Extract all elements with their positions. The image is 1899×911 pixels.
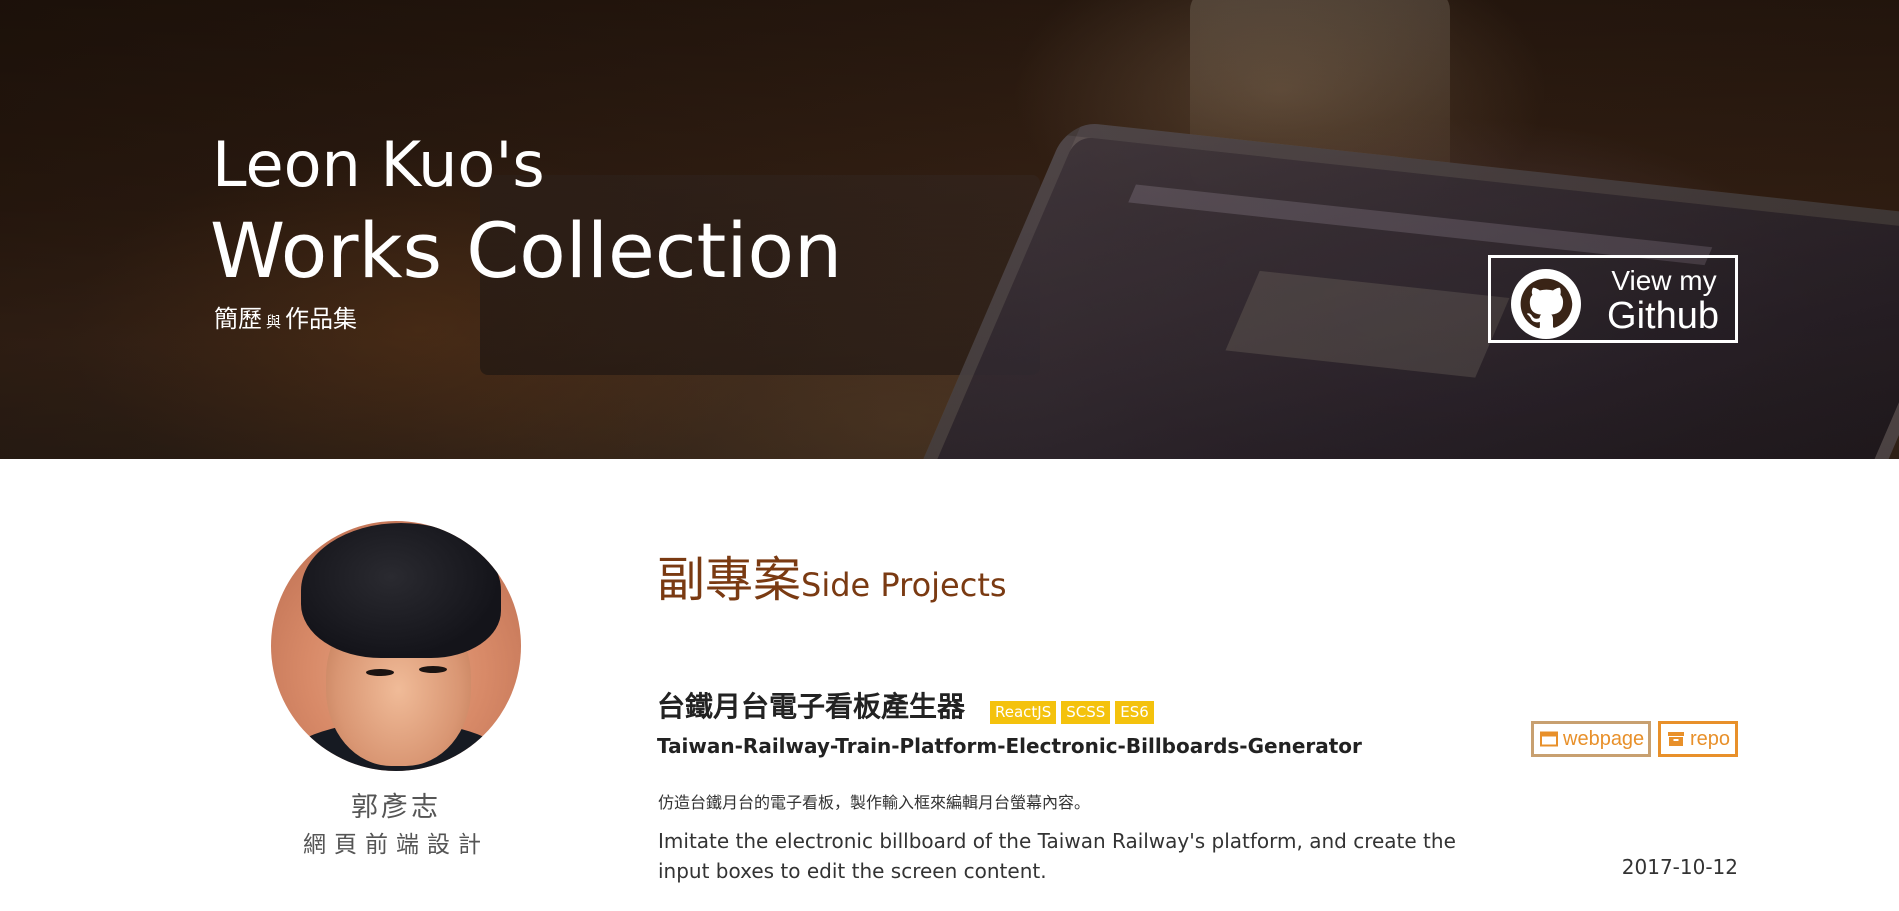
hero-subtitle-connector: 與 (266, 313, 282, 331)
archive-box-icon (1668, 732, 1684, 746)
tag-badge: ES6 (1115, 701, 1154, 724)
hero-banner: Leon Kuo's Works Collection 簡歷與作品集 View … (0, 0, 1899, 459)
section-title-en: Side Projects (801, 566, 1007, 604)
repo-link-button[interactable]: repo (1658, 721, 1738, 757)
section-title: 副專案Side Projects (657, 556, 1007, 604)
browser-window-icon (1540, 731, 1558, 747)
project-tags: ReactJS SCSS ES6 (990, 701, 1159, 724)
webpage-link-label: webpage (1563, 728, 1645, 750)
avatar (271, 521, 521, 771)
github-button-line2: Github (1607, 295, 1719, 337)
repo-link-label: repo (1690, 728, 1731, 750)
webpage-link-button[interactable]: webpage (1531, 721, 1651, 757)
hero-subtitle-part1: 簡歷 (214, 305, 262, 333)
project-title-en: Taiwan-Railway-Train-Platform-Electronic… (657, 734, 1362, 758)
github-button-line1: View my (1611, 265, 1717, 296)
tag-badge: SCSS (1061, 701, 1111, 724)
profile-role: 網頁前端設計 (303, 832, 489, 858)
github-icon (1511, 269, 1581, 339)
tag-badge: ReactJS (990, 701, 1057, 724)
view-github-button[interactable]: View my Github (1488, 255, 1738, 343)
project-description-en: Imitate the electronic billboard of the … (658, 829, 1456, 883)
project-date: 2017-10-12 (1621, 855, 1738, 879)
hero-subtitle: 簡歷與作品集 (214, 307, 357, 331)
hero-subtitle-part2: 作品集 (285, 305, 358, 333)
section-title-zh: 副專案 (657, 552, 802, 608)
project-title-zh: 台鐵月台電子看板產生器 (657, 690, 966, 723)
project-description-zh: 仿造台鐵月台的電子看板，製作輸入框來編輯月台螢幕內容。 (658, 793, 1091, 812)
hero-title-line1: Leon Kuo's (212, 128, 545, 201)
hero-title-line2: Works Collection (210, 206, 843, 295)
profile-name: 郭彥志 (351, 792, 441, 823)
